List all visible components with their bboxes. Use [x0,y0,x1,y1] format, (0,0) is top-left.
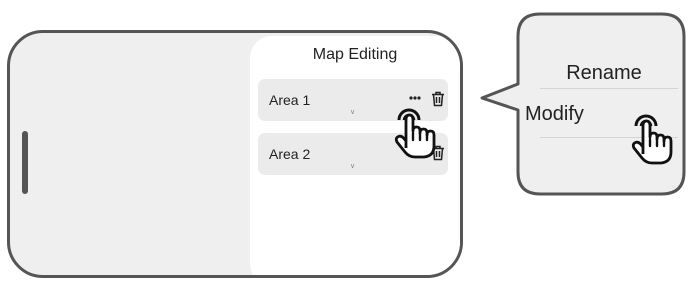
chevron-down-icon[interactable]: ∨ [350,109,355,117]
menu-item-modify[interactable]: Modify [525,103,584,126]
chevron-down-icon[interactable]: ∨ [350,163,355,171]
menu-divider [540,88,678,89]
device-side-button [22,131,28,194]
tap-hand-icon [631,114,673,165]
area-label: Area 2 [269,146,311,162]
tap-hand-icon [394,108,436,159]
area-label: Area 1 [269,92,311,108]
panel-title: Map Editing [312,46,398,63]
menu-item-rename[interactable]: Rename [520,62,688,85]
